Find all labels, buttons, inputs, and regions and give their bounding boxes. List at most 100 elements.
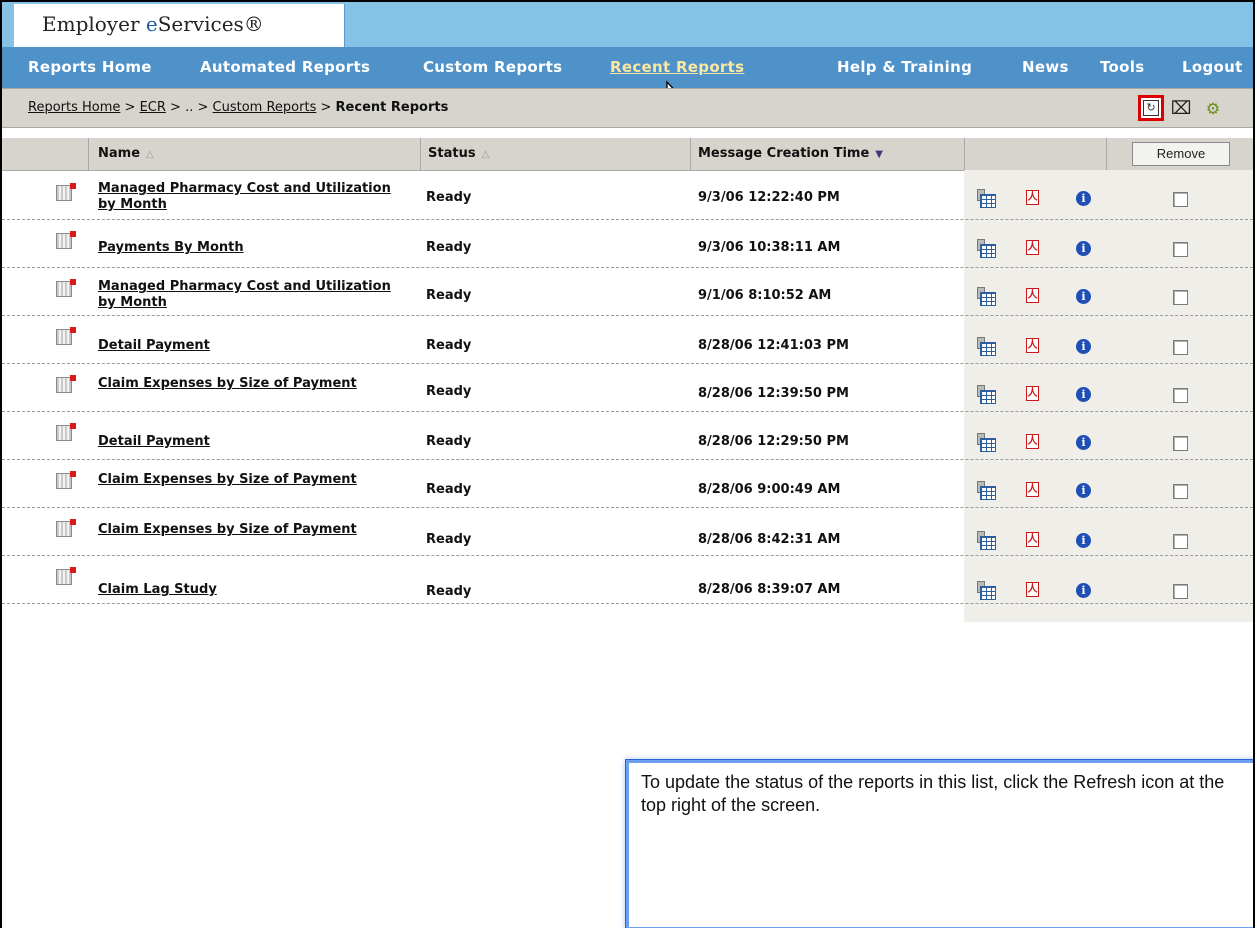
remove-button[interactable]: Remove xyxy=(1132,142,1230,166)
report-time: 9/3/06 10:38:11 AM xyxy=(698,240,841,255)
report-type-icon xyxy=(56,519,76,537)
report-type-icon xyxy=(56,423,76,441)
pdf-export-icon[interactable]: 人 xyxy=(1023,530,1043,550)
pdf-export-icon[interactable]: 人 xyxy=(1023,286,1043,306)
remove-checkbox[interactable] xyxy=(1173,436,1188,451)
info-icon[interactable]: i xyxy=(1073,384,1093,404)
app-window: Employer eServices® Reports Home Automat… xyxy=(0,0,1255,928)
brand-title: Employer eServices® xyxy=(42,12,264,36)
table-row: Detail Payment Ready 8/28/06 12:29:50 PM… xyxy=(2,412,1253,460)
gears-icon[interactable]: ⚙ xyxy=(1200,95,1226,121)
remove-checkbox[interactable] xyxy=(1173,340,1188,355)
sort-ascending-icon: △ xyxy=(146,149,154,160)
breadcrumb-ecr[interactable]: ECR xyxy=(140,100,166,115)
excel-export-icon[interactable] xyxy=(976,336,996,356)
info-icon[interactable]: i xyxy=(1073,480,1093,500)
info-icon[interactable]: i xyxy=(1073,530,1093,550)
report-name-link[interactable]: Managed Pharmacy Cost and Utilization by… xyxy=(98,181,398,213)
breadcrumb-separator: > xyxy=(124,100,136,115)
remove-checkbox[interactable] xyxy=(1173,290,1188,305)
table-header: Name △ Status △ Message Creation Time ▼ Rem… xyxy=(2,138,1253,171)
remove-checkbox[interactable] xyxy=(1173,192,1188,207)
column-divider xyxy=(420,138,421,170)
report-name-link[interactable]: Claim Expenses by Size of Payment xyxy=(98,472,398,488)
report-time: 8/28/06 12:41:03 PM xyxy=(698,338,849,353)
breadcrumb: Reports Home > ECR > .. > Custom Reports… xyxy=(28,100,448,115)
table-row: Payments By Month Ready 9/3/06 10:38:11 … xyxy=(2,220,1253,268)
breadcrumb-bar: Reports Home > ECR > .. > Custom Reports… xyxy=(2,88,1253,128)
report-type-icon xyxy=(56,279,76,297)
breadcrumb-separator: > xyxy=(320,100,332,115)
nav-recent-reports[interactable]: Recent Reports xyxy=(610,58,744,76)
info-icon[interactable]: i xyxy=(1073,432,1093,452)
info-icon[interactable]: i xyxy=(1073,238,1093,258)
report-name-link[interactable]: Managed Pharmacy Cost and Utilization by… xyxy=(98,279,398,311)
remove-checkbox[interactable] xyxy=(1173,484,1188,499)
tutorial-callout: To update the status of the reports in t… xyxy=(625,759,1253,928)
column-divider xyxy=(88,138,89,170)
pdf-export-icon[interactable]: 人 xyxy=(1023,384,1043,404)
breadcrumb-separator: > xyxy=(170,100,181,115)
report-status: Ready xyxy=(426,190,472,205)
table-row: Claim Lag Study Ready 8/28/06 8:39:07 AM… xyxy=(2,556,1253,604)
excel-export-icon[interactable] xyxy=(976,432,996,452)
remove-checkbox[interactable] xyxy=(1173,388,1188,403)
remove-checkbox[interactable] xyxy=(1173,534,1188,549)
info-icon[interactable]: i xyxy=(1073,580,1093,600)
report-name-link[interactable]: Claim Lag Study xyxy=(98,582,398,598)
report-status: Ready xyxy=(426,384,472,399)
refresh-icon[interactable]: ↻ xyxy=(1138,95,1164,121)
breadcrumb-reports-home[interactable]: Reports Home xyxy=(28,100,120,115)
pdf-export-icon[interactable]: 人 xyxy=(1023,580,1043,600)
nav-news[interactable]: News xyxy=(1022,58,1069,76)
clear-icon[interactable]: ⌧ xyxy=(1168,95,1194,121)
report-status: Ready xyxy=(426,482,472,497)
excel-export-icon[interactable] xyxy=(976,286,996,306)
nav-custom-reports[interactable]: Custom Reports xyxy=(423,58,562,76)
info-icon[interactable]: i xyxy=(1073,336,1093,356)
report-name-link[interactable]: Claim Expenses by Size of Payment xyxy=(98,522,398,538)
sort-ascending-icon: △ xyxy=(481,149,490,160)
pdf-export-icon[interactable]: 人 xyxy=(1023,238,1043,258)
report-type-icon xyxy=(56,231,76,249)
breadcrumb-custom-reports[interactable]: Custom Reports xyxy=(213,100,317,115)
column-header-status[interactable]: Status △ xyxy=(428,146,489,161)
remove-checkbox[interactable] xyxy=(1173,584,1188,599)
report-type-icon xyxy=(56,471,76,489)
pdf-export-icon[interactable]: 人 xyxy=(1023,432,1043,452)
remove-checkbox[interactable] xyxy=(1173,242,1188,257)
excel-export-icon[interactable] xyxy=(976,480,996,500)
excel-export-icon[interactable] xyxy=(976,188,996,208)
excel-export-icon[interactable] xyxy=(976,238,996,258)
report-time: 8/28/06 8:39:07 AM xyxy=(698,582,841,597)
pdf-export-icon[interactable]: 人 xyxy=(1023,188,1043,208)
table-row: Claim Expenses by Size of Payment Ready … xyxy=(2,508,1253,556)
pdf-export-icon[interactable]: 人 xyxy=(1023,480,1043,500)
nav-logout[interactable]: Logout xyxy=(1182,58,1243,76)
breadcrumb-ellipsis: .. xyxy=(185,100,194,115)
excel-export-icon[interactable] xyxy=(976,384,996,404)
top-banner: Employer eServices® xyxy=(2,2,1253,47)
main-nav: Reports Home Automated Reports Custom Re… xyxy=(2,47,1253,88)
report-status: Ready xyxy=(426,584,472,599)
report-time: 8/28/06 8:42:31 AM xyxy=(698,532,841,547)
column-header-time[interactable]: Message Creation Time ▼ xyxy=(698,146,883,161)
excel-export-icon[interactable] xyxy=(976,580,996,600)
pdf-export-icon[interactable]: 人 xyxy=(1023,336,1043,356)
column-header-name[interactable]: Name △ xyxy=(98,146,154,161)
info-icon[interactable]: i xyxy=(1073,188,1093,208)
info-icon[interactable]: i xyxy=(1073,286,1093,306)
report-name-link[interactable]: Detail Payment xyxy=(98,434,398,450)
excel-export-icon[interactable] xyxy=(976,530,996,550)
table-row: Managed Pharmacy Cost and Utilization by… xyxy=(2,172,1253,220)
nav-help-training[interactable]: Help & Training xyxy=(837,58,972,76)
brand-logo: Employer eServices® xyxy=(14,4,345,47)
nav-automated-reports[interactable]: Automated Reports xyxy=(200,58,370,76)
nav-reports-home[interactable]: Reports Home xyxy=(28,58,152,76)
table-row: Claim Expenses by Size of Payment Ready … xyxy=(2,364,1253,412)
report-name-link[interactable]: Detail Payment xyxy=(98,338,398,354)
report-status: Ready xyxy=(426,532,472,547)
nav-tools[interactable]: Tools xyxy=(1100,58,1144,76)
report-name-link[interactable]: Payments By Month xyxy=(98,240,398,256)
report-name-link[interactable]: Claim Expenses by Size of Payment xyxy=(98,376,398,392)
